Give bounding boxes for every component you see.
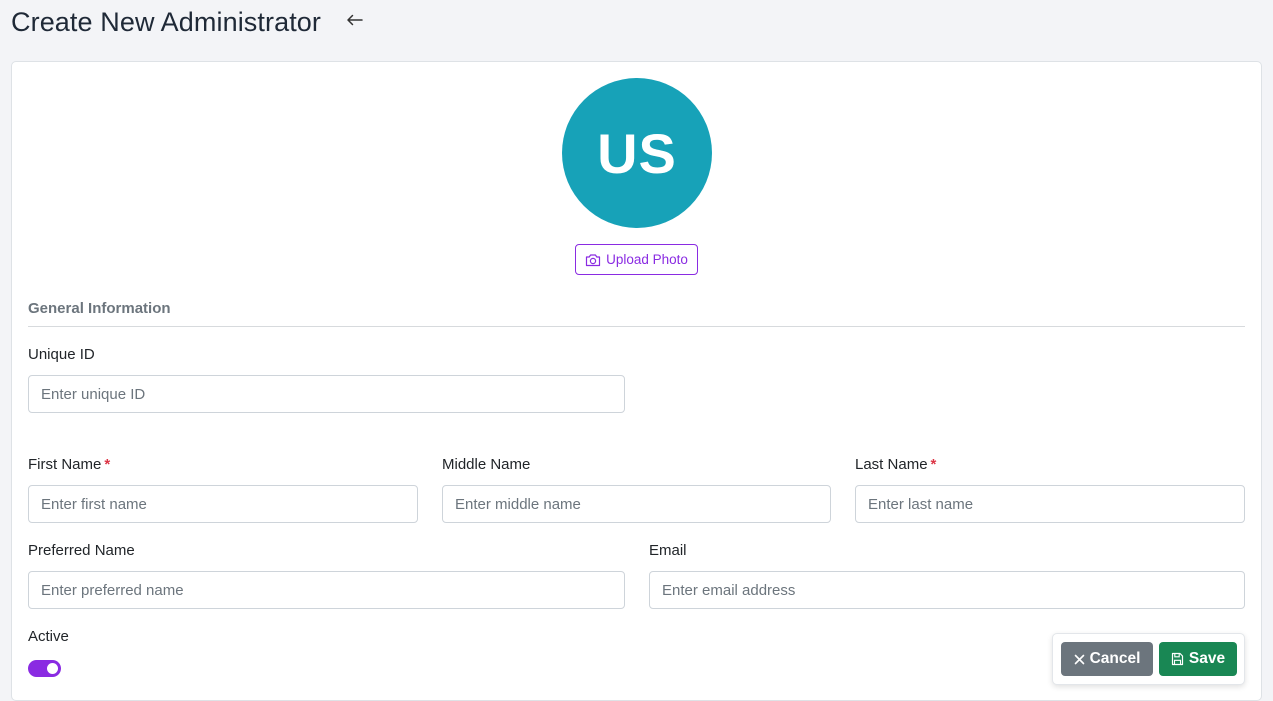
section-divider xyxy=(28,326,1245,327)
email-input[interactable] xyxy=(649,571,1245,609)
page-header: Create New Administrator xyxy=(11,0,365,44)
cancel-button[interactable]: Cancel xyxy=(1061,642,1153,676)
toggle-knob xyxy=(47,663,58,674)
active-label: Active xyxy=(28,628,69,645)
close-icon xyxy=(1074,654,1084,664)
last-name-label-text: Last Name xyxy=(855,456,928,473)
camera-icon xyxy=(585,253,601,266)
unique-id-input[interactable] xyxy=(28,375,625,413)
preferred-name-label: Preferred Name xyxy=(28,542,135,559)
middle-name-input[interactable] xyxy=(442,485,831,523)
save-icon xyxy=(1171,652,1183,666)
first-name-label: First Name * xyxy=(28,456,110,473)
unique-id-label: Unique ID xyxy=(28,346,95,363)
email-label: Email xyxy=(649,542,687,559)
cancel-label: Cancel xyxy=(1089,650,1141,667)
section-title: General Information xyxy=(28,300,171,317)
back-button[interactable] xyxy=(343,9,365,31)
action-bar: Cancel Save xyxy=(1052,633,1245,685)
preferred-name-input[interactable] xyxy=(28,571,625,609)
save-button[interactable]: Save xyxy=(1159,642,1237,676)
last-name-label: Last Name * xyxy=(855,456,936,473)
required-mark: * xyxy=(930,456,937,473)
last-name-input[interactable] xyxy=(855,485,1245,523)
arrow-left-icon xyxy=(346,14,363,26)
page-title: Create New Administrator xyxy=(11,6,322,37)
upload-photo-label: Upload Photo xyxy=(606,252,688,267)
avatar-initials: US xyxy=(597,121,677,185)
unique-id-label-text: Unique ID xyxy=(28,346,95,363)
save-label: Save xyxy=(1188,650,1226,667)
middle-name-label-text: Middle Name xyxy=(442,456,531,473)
form-card: US Upload Photo General Information Uniq… xyxy=(11,61,1262,701)
first-name-input[interactable] xyxy=(28,485,418,523)
email-label-text: Email xyxy=(649,542,687,559)
first-name-label-text: First Name xyxy=(28,456,102,473)
avatar: US xyxy=(562,78,712,228)
preferred-name-label-text: Preferred Name xyxy=(28,542,135,559)
active-label-text: Active xyxy=(28,628,69,645)
upload-photo-button[interactable]: Upload Photo xyxy=(575,244,698,275)
active-toggle[interactable] xyxy=(28,660,61,677)
middle-name-label: Middle Name xyxy=(442,456,530,473)
required-mark: * xyxy=(104,456,111,473)
